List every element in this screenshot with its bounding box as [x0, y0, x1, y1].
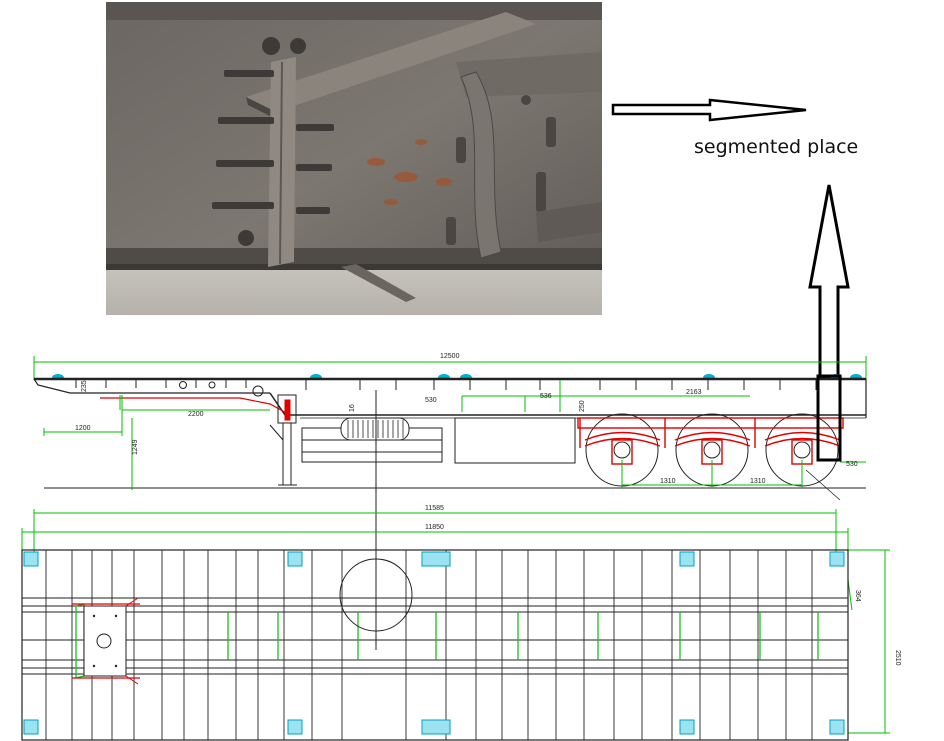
dim-overall-length: 12500 [440, 353, 460, 360]
dim-536: 536 [540, 393, 552, 400]
dim-530: 530 [425, 397, 437, 404]
dim-gooseneck-length: 2200 [188, 411, 204, 418]
twistlock-markers [52, 374, 862, 378]
dim-16: 16 [349, 404, 356, 412]
side-view: 12500 1200 2200 1249 235 16 530 536 250 … [33, 353, 867, 650]
dim-length-outer: 11850 [425, 524, 444, 531]
plan-twistlocks [23, 551, 845, 735]
dim-gooseneck-height: 1249 [132, 439, 139, 455]
dim-length-inner: 11585 [425, 505, 444, 512]
landing-gear [269, 394, 297, 486]
plan-view: 11585 11850 2510 364 [21, 505, 901, 741]
dim-rear-overhang: 530 [846, 461, 858, 468]
dim-250: 250 [579, 400, 586, 412]
dim-kingpin-offset: 1200 [75, 425, 91, 432]
kingpin-plate [72, 597, 140, 685]
up-arrow [808, 184, 850, 380]
dim-beam-spacing: 364 [854, 590, 861, 602]
dim-axle-spacing-1: 1310 [660, 478, 676, 485]
right-arrow [611, 98, 807, 122]
dim-width: 2510 [894, 650, 901, 666]
trailer-drawing: 12500 1200 2200 1249 235 16 530 536 250 … [21, 98, 901, 741]
dim-axle-spacing-2: 1310 [750, 478, 766, 485]
dim-235: 235 [81, 380, 88, 392]
dim-span-a: 2163 [686, 389, 702, 396]
